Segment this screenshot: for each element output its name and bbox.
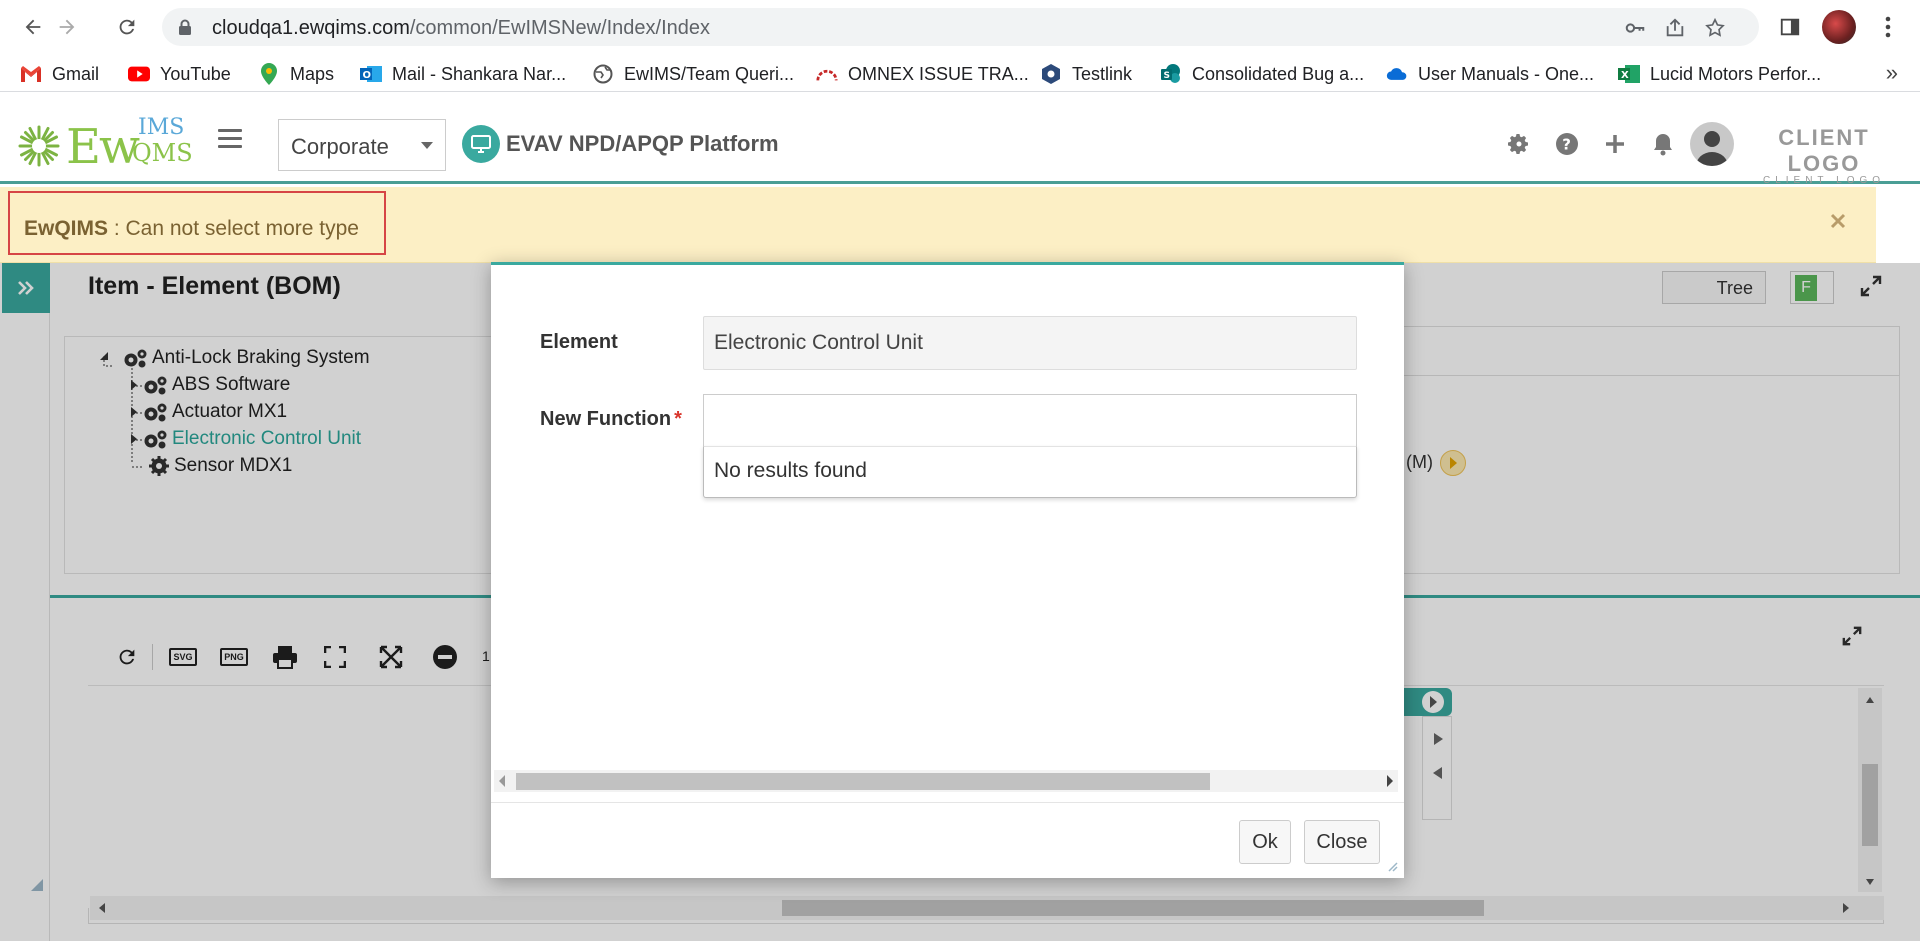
- excel-icon: X: [1618, 63, 1640, 85]
- bookmark-consolidated-bug[interactable]: S Consolidated Bug a...: [1160, 62, 1364, 86]
- globe-icon: [592, 63, 614, 85]
- close-icon[interactable]: [1828, 211, 1852, 235]
- share-icon[interactable]: [1664, 17, 1686, 39]
- bookmark-ewims[interactable]: EwIMS/Team Queri...: [592, 62, 794, 86]
- back-button[interactable]: [18, 12, 48, 42]
- side-panel-icon[interactable]: [1776, 13, 1804, 41]
- plus-icon[interactable]: [1602, 131, 1628, 157]
- svg-text:?: ?: [1562, 136, 1571, 154]
- bookmark-lucid-motors[interactable]: X Lucid Motors Perfor...: [1618, 62, 1821, 86]
- chevron-down-icon: [421, 142, 433, 149]
- bell-icon[interactable]: [1650, 131, 1676, 157]
- logo-text-qms: QMS: [132, 139, 193, 167]
- arrow-right-icon: [59, 19, 75, 35]
- sharepoint-icon: S: [1160, 63, 1182, 85]
- scroll-right-icon[interactable]: [1387, 775, 1393, 787]
- bookmark-label: Mail - Shankara Nar...: [392, 63, 567, 84]
- close-button[interactable]: Close: [1304, 820, 1380, 864]
- bookmark-label: Consolidated Bug a...: [1192, 63, 1365, 84]
- required-marker: *: [674, 408, 682, 430]
- bookmark-youtube[interactable]: YouTube: [128, 62, 231, 86]
- gmail-icon: [20, 63, 42, 85]
- scroll-thumb[interactable]: [516, 773, 1210, 790]
- bookmark-label: OMNEX ISSUE TRA...: [848, 63, 1029, 84]
- kebab-menu-icon[interactable]: [1874, 13, 1902, 41]
- user-avatar[interactable]: [1690, 122, 1734, 166]
- svg-text:O: O: [363, 70, 372, 81]
- svg-text:S: S: [1164, 71, 1170, 81]
- profile-avatar[interactable]: [1822, 10, 1856, 44]
- bookmark-label: Testlink: [1072, 63, 1133, 84]
- svg-text:X: X: [1621, 70, 1629, 81]
- organization-select[interactable]: Corporate: [278, 119, 446, 171]
- bookmark-label: EwIMS/Team Queri...: [624, 63, 795, 84]
- new-function-label-text: New Function: [540, 408, 672, 430]
- ok-button[interactable]: Ok: [1239, 820, 1291, 864]
- url-host: cloudqa1.ewqims.com: [212, 17, 410, 39]
- logo-text-ims: IMS: [138, 115, 185, 140]
- dialog-horizontal-scrollbar[interactable]: [494, 770, 1398, 792]
- dialog-footer: Ok Close: [491, 802, 1404, 881]
- hamburger-menu-icon[interactable]: [218, 129, 242, 149]
- testlink-icon: [1040, 63, 1062, 85]
- no-results-message: No results found: [714, 459, 867, 482]
- monitor-icon: [462, 125, 500, 163]
- bookmark-user-manuals[interactable]: User Manuals - One...: [1386, 62, 1594, 86]
- url-path: /common/EwIMSNew/Index/Index: [409, 17, 710, 39]
- bookmark-testlink[interactable]: Testlink: [1040, 62, 1132, 86]
- alert-message: EwQIMS : Can not select more type: [8, 191, 386, 255]
- client-logo-subtext: CLIENT LOGO: [1762, 175, 1886, 186]
- bookmark-label: Gmail: [52, 63, 100, 84]
- new-function-label: New Function *: [540, 408, 682, 431]
- app-header: Ew IMS QMS Corporate EVAV NPD/APQP Platf…: [0, 93, 1920, 186]
- onedrive-icon: [1386, 63, 1408, 85]
- key-icon[interactable]: [1624, 17, 1646, 39]
- add-function-dialog: Element Electronic Control Unit New Func…: [491, 262, 1404, 878]
- bookmark-label: User Manuals - One...: [1418, 63, 1595, 84]
- reload-button[interactable]: [112, 12, 142, 42]
- outlook-icon: O: [360, 63, 382, 85]
- bookmark-omnex[interactable]: OMNEX ISSUE TRA...: [816, 62, 1029, 86]
- omnex-icon: [816, 63, 838, 85]
- bookmark-maps[interactable]: Maps: [258, 62, 334, 86]
- alert-source: EwQIMS: [24, 217, 109, 240]
- url-text[interactable]: cloudqa1.ewqims.com/common/EwIMSNew/Inde…: [212, 17, 710, 40]
- client-logo: CLIENT LOGO CLIENT LOGO: [1756, 125, 1892, 186]
- bookmark-label: YouTube: [160, 63, 231, 84]
- bookmarks-more-button[interactable]: »: [1886, 60, 1898, 86]
- bookmark-label: Maps: [290, 63, 335, 84]
- help-icon[interactable]: ?: [1554, 131, 1580, 157]
- browser-toolbar: cloudqa1.ewqims.com/common/EwIMSNew/Inde…: [0, 0, 1920, 54]
- scroll-left-icon[interactable]: [499, 775, 505, 787]
- client-logo-text: CLIENT LOGO: [1778, 125, 1870, 176]
- maps-icon: [258, 63, 280, 85]
- bookmark-label: Lucid Motors Perfor...: [1650, 63, 1822, 84]
- star-icon[interactable]: [1704, 17, 1726, 39]
- platform-title[interactable]: EVAV NPD/APQP Platform: [506, 131, 779, 157]
- youtube-icon: [128, 63, 150, 85]
- new-function-input[interactable]: [703, 394, 1357, 446]
- alert-text: : Can not select more type: [108, 217, 359, 240]
- bookmark-outlook[interactable]: O Mail - Shankara Nar...: [360, 62, 566, 86]
- element-label: Element: [540, 331, 618, 353]
- element-field: Electronic Control Unit: [703, 316, 1357, 370]
- function-dropdown: No results found: [703, 446, 1357, 498]
- address-bar[interactable]: cloudqa1.ewqims.com/common/EwIMSNew/Inde…: [162, 8, 1759, 46]
- bookmarks-bar: Gmail YouTube Maps O Mail - Shankara Nar…: [0, 56, 1920, 92]
- logo-text-ew: Ew: [66, 119, 140, 175]
- bookmark-gmail[interactable]: Gmail: [20, 62, 99, 86]
- ewims-logo[interactable]: Ew IMS QMS: [18, 113, 194, 175]
- resize-grip-icon[interactable]: [1388, 862, 1398, 872]
- arrow-left-icon: [25, 19, 41, 35]
- org-select-value: Corporate: [291, 134, 389, 159]
- gear-icon[interactable]: [1506, 131, 1532, 157]
- sun-logo-icon: [18, 125, 60, 167]
- forward-button[interactable]: [52, 12, 82, 42]
- alert-banner: EwQIMS : Can not select more type: [0, 187, 1876, 263]
- reload-icon: [119, 19, 135, 35]
- lock-icon: [179, 19, 191, 35]
